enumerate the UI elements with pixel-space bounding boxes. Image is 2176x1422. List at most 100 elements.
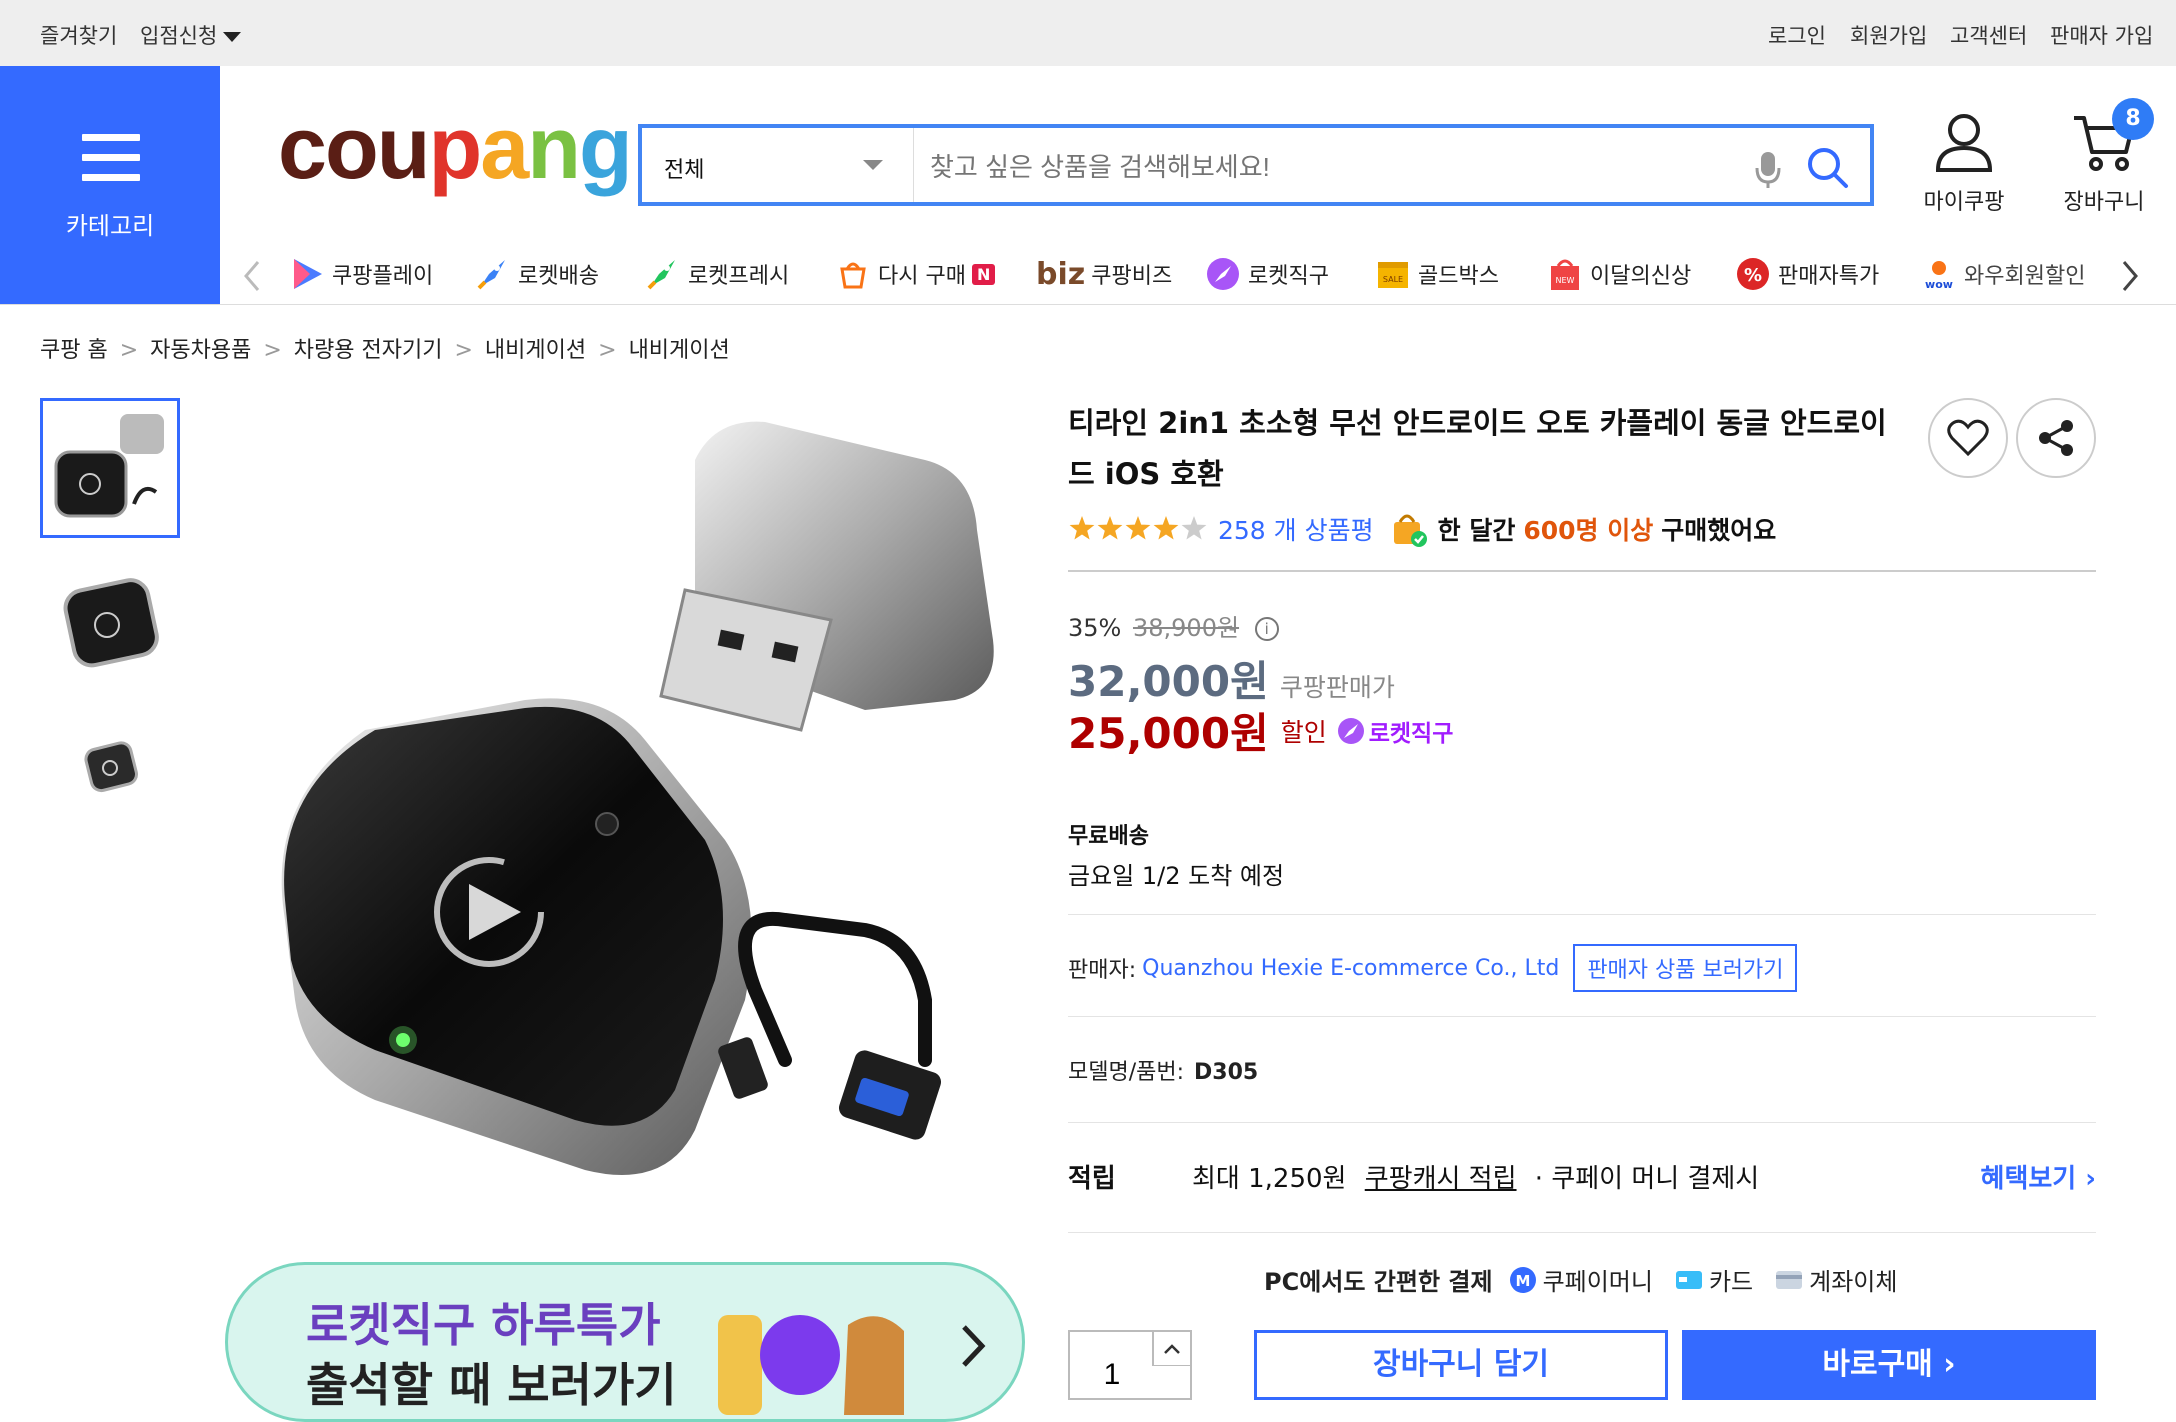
- coupang-logo[interactable]: coupang: [278, 104, 633, 192]
- top-utility-bar: 즐겨찾기 입점신청 로그인 회원가입 고객센터 판매자 가입: [0, 0, 2176, 66]
- breadcrumb-item[interactable]: 쿠팡 홈: [40, 338, 108, 363]
- rating-row: 258 개 상품평 한 달간 600명 이상 구매했어요: [1068, 510, 1776, 548]
- reward-info: 최대 1,250원 쿠팡캐시 적립 · 쿠페이 머니 결제시: [1192, 1158, 1759, 1195]
- product-thumbnail-1[interactable]: [40, 398, 180, 538]
- biz-icon: biz: [1036, 256, 1086, 292]
- share-icon: [2039, 420, 2073, 456]
- nav-label: 쿠팡플레이: [332, 264, 434, 289]
- cart-label: 장바구니: [2063, 190, 2145, 215]
- quantity-increase-button[interactable]: [1152, 1332, 1190, 1366]
- nav-rebuy[interactable]: 다시 구매 N: [834, 254, 996, 294]
- payment-methods: PC에서도 간편한 결제 M 쿠페이머니 카드 계좌이체: [1264, 1262, 1919, 1297]
- buy-now-button[interactable]: 바로구매 ›: [1682, 1330, 2096, 1400]
- sale-price: 32,000원: [1068, 657, 1269, 706]
- nav-next-icon[interactable]: [2120, 260, 2140, 292]
- payment-title: PC에서도 간편한 결제: [1264, 1268, 1493, 1296]
- wishlist-button[interactable]: [1928, 398, 2008, 478]
- favorites-link[interactable]: 즐겨찾기: [40, 20, 117, 50]
- add-to-cart-button[interactable]: 장바구니 담기: [1254, 1330, 1668, 1400]
- microphone-icon[interactable]: [1754, 150, 1782, 190]
- rating-stars: [1069, 516, 1207, 540]
- sale-price-label: 쿠팡판매가: [1279, 673, 1395, 702]
- rocket-global-deal-banner[interactable]: 로켓직구 하루특가 출석할 때 보러가기: [225, 1262, 1025, 1422]
- seller-products-button[interactable]: 판매자 상품 보러가기: [1573, 944, 1798, 992]
- user-icon: [1935, 114, 1993, 172]
- divider: [1068, 1016, 2096, 1017]
- nav-seller-deals[interactable]: % 판매자특가: [1734, 254, 1879, 294]
- seller-apply-dropdown[interactable]: 입점신청: [140, 20, 242, 50]
- nav-new-badge: N: [971, 263, 996, 285]
- nav-rocket-delivery[interactable]: 로켓배송: [474, 254, 599, 294]
- search-bar: 전체: [638, 124, 1874, 206]
- nav-new-arrivals[interactable]: NEW 이달의신상: [1546, 254, 1691, 294]
- quantity-input[interactable]: [1070, 1332, 1154, 1398]
- nav-label: 다시 구매: [878, 264, 966, 289]
- category-menu-button[interactable]: 카테고리: [0, 66, 220, 304]
- svg-text:SALE: SALE: [1383, 275, 1403, 284]
- breadcrumb-item[interactable]: 차량용 전자기기: [294, 338, 443, 363]
- banner-next-icon: [962, 1325, 986, 1367]
- info-icon[interactable]: i: [1254, 617, 1279, 641]
- my-coupang-button[interactable]: 마이쿠팡: [1914, 112, 2014, 216]
- breadcrumb-item[interactable]: 자동차용품: [150, 338, 251, 363]
- search-category-select[interactable]: 전체: [642, 128, 914, 202]
- nav-goldbox[interactable]: SALE 골드박스: [1374, 254, 1499, 294]
- card-icon: [1675, 1270, 1702, 1289]
- nav-coupang-biz[interactable]: biz 쿠팡비즈: [1036, 254, 1172, 294]
- customer-center-link[interactable]: 고객센터: [1950, 20, 2027, 50]
- goldbox-icon: SALE: [1374, 255, 1412, 293]
- my-coupang-label: 마이쿠팡: [1923, 190, 2005, 215]
- product-thumbnail-2[interactable]: [40, 552, 180, 692]
- bank-transfer-icon: [1776, 1270, 1803, 1289]
- breadcrumb-item[interactable]: 내비게이션: [485, 338, 586, 363]
- payment-label: 카드: [1708, 1268, 1754, 1296]
- breadcrumb-item[interactable]: 내비게이션: [629, 338, 730, 363]
- coupang-cash-link[interactable]: 쿠팡캐시 적립: [1365, 1164, 1517, 1194]
- monthly-purchase-prefix: 한 달간: [1437, 516, 1516, 545]
- quantity-stepper: [1068, 1330, 1192, 1400]
- payment-label: 쿠페이머니: [1542, 1268, 1653, 1296]
- service-nav: 쿠팡플레이 로켓배송 로켓프레시 다시 구매 N biz 쿠팡비즈 로켓직구 S…: [220, 244, 2176, 304]
- final-price-row: 25,000원 할인 로켓직구: [1068, 700, 1453, 761]
- star-icon: [1069, 516, 1095, 540]
- rebuy-icon: [834, 255, 872, 293]
- nav-wow-discount[interactable]: wow 와우회원할인: [1920, 254, 2108, 294]
- login-link[interactable]: 로그인: [1768, 20, 1826, 50]
- heart-icon: [1947, 419, 1989, 457]
- card-option[interactable]: 카드: [1675, 1262, 1753, 1297]
- product-main-image[interactable]: [225, 400, 1025, 1220]
- nav-prev-icon[interactable]: [242, 260, 262, 292]
- nav-rocket-fresh[interactable]: 로켓프레시: [644, 254, 789, 294]
- svg-text:wow: wow: [1925, 278, 1953, 291]
- rocket-global-icon: [1204, 255, 1242, 293]
- caret-down-icon: [223, 32, 242, 42]
- search-category-value: 전체: [664, 158, 705, 183]
- review-count-link[interactable]: 258 개 상품평: [1218, 511, 1374, 547]
- nav-label: 와우회원할인: [1964, 264, 2086, 289]
- nav-label: 로켓배송: [518, 264, 599, 289]
- seller-name-link[interactable]: Quanzhou Hexie E-commerce Co., Ltd: [1142, 956, 1559, 981]
- nav-label: 로켓직구: [1248, 264, 1329, 289]
- nav-label: 골드박스: [1418, 264, 1499, 289]
- category-label: 카테고리: [65, 212, 155, 240]
- bank-transfer-option[interactable]: 계좌이체: [1775, 1262, 1897, 1297]
- signup-link[interactable]: 회원가입: [1850, 20, 1927, 50]
- benefits-link[interactable]: 혜택보기 ›: [1981, 1158, 2096, 1195]
- coupay-icon: M: [1509, 1266, 1536, 1293]
- search-icon[interactable]: [1806, 146, 1850, 190]
- share-button[interactable]: [2016, 398, 2096, 478]
- discount-rate: 35%: [1068, 614, 1122, 642]
- chevron-up-icon: [1164, 1343, 1180, 1354]
- coupay-money-option[interactable]: M 쿠페이머니: [1509, 1262, 1653, 1297]
- nav-coupang-play[interactable]: 쿠팡플레이: [288, 254, 433, 294]
- seller-apply-label: 입점신청: [140, 24, 218, 48]
- nav-rocket-global[interactable]: 로켓직구: [1204, 254, 1329, 294]
- product-thumbnail-3[interactable]: [40, 696, 180, 836]
- search-input[interactable]: [930, 152, 1730, 183]
- final-price: 25,000원: [1068, 709, 1269, 758]
- model-row: 모델명/품번: D305: [1068, 1054, 1258, 1086]
- payment-label: 계좌이체: [1809, 1268, 1898, 1296]
- seller-signup-link[interactable]: 판매자 가입: [2050, 20, 2153, 50]
- star-icon: [1153, 516, 1179, 540]
- divider: [1068, 914, 2096, 915]
